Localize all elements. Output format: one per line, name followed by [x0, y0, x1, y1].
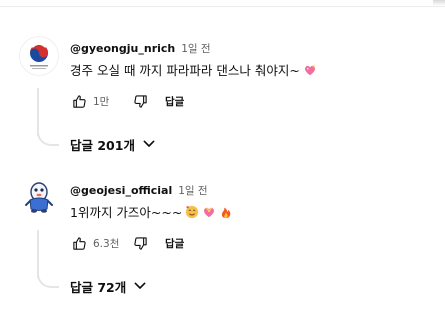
avatar[interactable] — [19, 36, 59, 76]
like-button[interactable] — [70, 234, 88, 252]
thumbs-up-icon — [72, 236, 86, 250]
thumbs-down-icon — [133, 236, 147, 250]
reply-button[interactable]: 답글 — [165, 94, 184, 109]
thumbs-up-icon — [72, 94, 86, 108]
comment-thread: @gyeongju_nrich 1일 전 경주 오실 때 까지 파라파라 댄스나… — [0, 36, 445, 164]
like-count: 1만 — [93, 95, 110, 108]
chevron-down-icon — [132, 277, 150, 295]
avatar[interactable] — [19, 178, 59, 218]
view-replies-button[interactable]: 답글 72개 — [70, 276, 150, 296]
comment-time[interactable]: 1일 전 — [181, 41, 210, 56]
comment-body: 경주 오실 때 까지 파라파라 댄스나 춰야지~ — [70, 60, 317, 79]
comment-text: 경주 오실 때 까지 파라파라 댄스나 춰야지~ — [70, 63, 300, 78]
sparkling-heart-icon — [304, 63, 316, 75]
replies-count-label: 답글 72개 — [70, 279, 127, 295]
like-button[interactable] — [70, 92, 88, 110]
comment-header: @gyeongju_nrich 1일 전 — [70, 40, 211, 56]
thread-connector — [37, 124, 59, 146]
heart-with-ribbon-icon — [204, 206, 215, 217]
smiling-face-with-hearts-icon — [186, 205, 199, 218]
thread-connector — [37, 266, 59, 288]
view-replies-button[interactable]: 답글 201개 — [70, 134, 159, 154]
comment-actions: 1만 답글 — [70, 92, 184, 110]
comment-time[interactable]: 1일 전 — [178, 183, 207, 198]
fire-icon — [222, 207, 231, 218]
comment-thread: @geojesi_official 1일 전 1위까지 가즈아~~~ 6.3천 … — [0, 178, 445, 306]
korea-government-emblem-icon — [19, 36, 59, 76]
dislike-button[interactable] — [131, 234, 149, 252]
like-count: 6.3천 — [93, 237, 120, 250]
dislike-button[interactable] — [131, 92, 149, 110]
mascot-character-icon — [19, 178, 59, 218]
chevron-down-icon — [141, 135, 159, 153]
comment-body: 1위까지 가즈아~~~ — [70, 202, 233, 221]
comment-actions: 6.3천 답글 — [70, 234, 184, 252]
comment-text: 1위까지 가즈아~~~ — [70, 205, 183, 220]
top-divider — [0, 0, 445, 7]
scrollbar-edge[interactable] — [433, 0, 445, 6]
comments-panel: @gyeongju_nrich 1일 전 경주 오실 때 까지 파라파라 댄스나… — [0, 0, 445, 309]
reply-button[interactable]: 답글 — [165, 236, 184, 251]
author-handle[interactable]: @geojesi_official — [70, 184, 172, 197]
thumbs-down-icon — [133, 94, 147, 108]
author-handle[interactable]: @gyeongju_nrich — [70, 42, 175, 55]
comment-header: @geojesi_official 1일 전 — [70, 182, 208, 198]
replies-count-label: 답글 201개 — [70, 137, 135, 153]
